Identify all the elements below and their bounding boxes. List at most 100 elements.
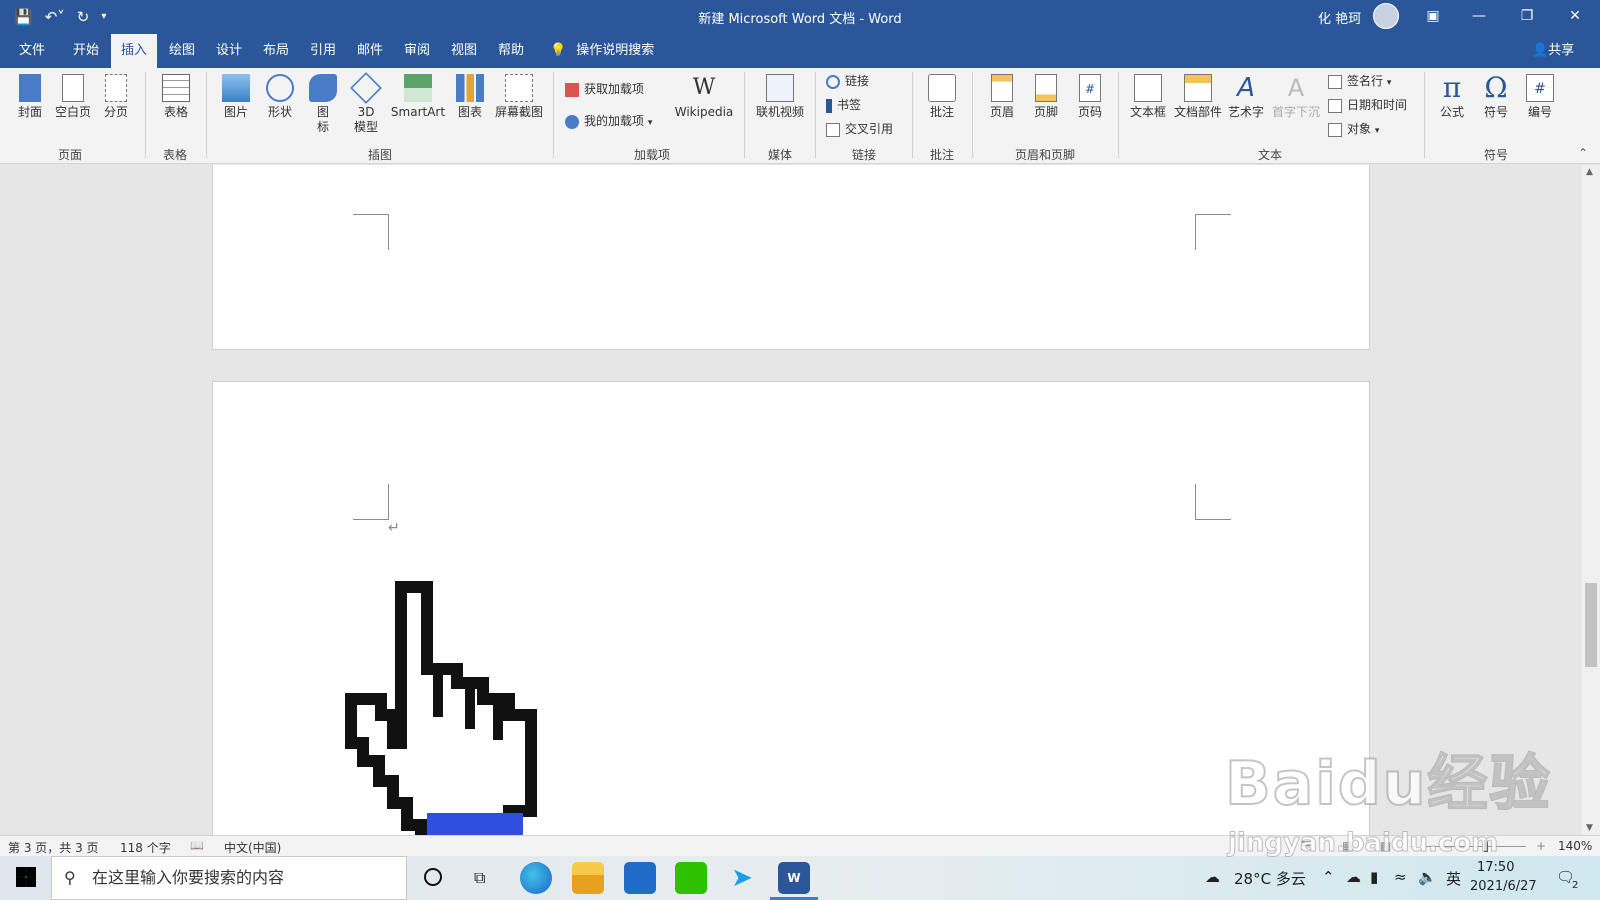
icons-button[interactable]: 图 标 [305,74,341,135]
picture-button[interactable]: 图片 [218,74,254,120]
cover-page-button[interactable]: 封面 [12,74,48,120]
clock-date[interactable]: 2021/6/27 [1470,879,1537,894]
ime-indicator[interactable]: 英 [1446,868,1461,889]
screenshot-button[interactable]: 屏幕截图 [492,74,546,120]
edge-icon[interactable] [520,862,552,894]
cortana-icon[interactable] [424,868,442,886]
chevron-down-icon: ▾ [1386,78,1392,88]
group-label-illustrations: 插图 [367,148,392,162]
crop-mark [1195,484,1231,520]
clock-time[interactable]: 17:50 [1477,860,1514,875]
footer-button[interactable]: 页脚 [1028,74,1064,120]
chart-button[interactable]: 图表 [452,74,488,120]
cover-page-label: 封面 [17,105,42,119]
tab-references[interactable]: 引用 [303,34,343,68]
tab-home[interactable]: 开始 [66,34,106,68]
zoom-in-icon[interactable]: + [1536,839,1546,853]
notification-badge: 2 [1572,880,1579,891]
table-button[interactable]: 表格 [156,74,196,120]
3d-models-button[interactable]: 3D 模型 [348,72,384,135]
signature-line-button[interactable]: 签名行 ▾ [1328,72,1391,92]
text-box-button[interactable]: 文本框 [1126,74,1170,120]
weather-text[interactable]: 28°C 多云 [1234,868,1306,889]
link-button[interactable]: 链接 [826,72,869,90]
page-3[interactable]: ↵ [212,381,1370,835]
share-button[interactable]: 👤共享 [1532,34,1574,68]
send-icon[interactable]: ➤ [726,862,758,894]
wifi-icon[interactable]: ≈ [1394,868,1407,886]
search-placeholder: 在这里输入你要搜索的内容 [92,868,285,887]
crop-mark [353,484,389,520]
vertical-scrollbar[interactable]: ▲ ▼ [1582,165,1600,835]
tab-review[interactable]: 审阅 [397,34,437,68]
battery-icon[interactable]: ▮ [1370,868,1378,886]
tab-file[interactable]: 文件 [14,34,50,68]
group-label-text: 文本 [1257,148,1282,162]
minimize-icon[interactable]: — [1456,0,1502,34]
bookmark-icon [826,98,832,113]
ribbon-display-options-icon[interactable]: ▣ [1410,0,1456,34]
weather-icon[interactable]: ☁ [1205,868,1220,886]
onedrive-icon[interactable]: ☁ [1346,868,1361,886]
object-button[interactable]: 对象 ▾ [1328,120,1379,140]
task-view-icon[interactable]: ⧉ [474,868,485,888]
mail-icon[interactable] [624,862,656,894]
wordart-button[interactable]: A 艺术字 [1226,74,1266,120]
scroll-thumb[interactable] [1585,583,1597,667]
page-2[interactable] [212,165,1370,350]
watermark-url: jingyan.baidu.com [1227,828,1499,859]
close-icon[interactable]: ✕ [1552,0,1598,34]
equation-button[interactable]: π 公式 [1432,74,1472,120]
blank-page-button[interactable]: 空白页 [52,74,94,120]
header-button[interactable]: 页眉 [984,74,1020,120]
blank-page-icon [62,74,84,102]
tab-draw[interactable]: 绘图 [162,34,202,68]
avatar[interactable] [1373,3,1399,29]
wikipedia-button[interactable]: W Wikipedia [672,74,736,120]
bookmark-button[interactable]: 书签 [826,96,861,114]
windows-start-icon[interactable] [16,867,36,887]
word-count[interactable]: 118 个字 [120,839,171,856]
page-count[interactable]: 第 3 页，共 3 页 [8,839,99,856]
cross-reference-label: 交叉引用 [845,122,894,136]
restore-icon[interactable]: ❐ [1504,0,1550,34]
date-time-button[interactable]: 日期和时间 [1328,96,1407,114]
tell-me-search[interactable]: 💡 操作说明搜索 [550,34,654,68]
wechat-icon[interactable] [675,862,707,894]
cross-reference-button[interactable]: 交叉引用 [826,120,893,138]
page-break-button[interactable]: 分页 [98,74,134,120]
comment-button[interactable]: 批注 [922,74,962,120]
user-name[interactable]: 化 艳珂 [1318,8,1361,27]
tab-design[interactable]: 设计 [209,34,249,68]
my-addins-label: 我的加载项 [584,114,645,128]
tab-insert[interactable]: 插入 [111,34,157,68]
quick-parts-button[interactable]: 文档部件 [1172,74,1224,120]
word-taskbar-icon[interactable]: W [778,862,810,894]
shapes-button[interactable]: 形状 [262,74,298,120]
collapse-ribbon-icon[interactable]: ⌃ [1578,146,1588,160]
tab-view[interactable]: 视图 [444,34,484,68]
numbering-button[interactable]: # 编号 [1520,74,1560,120]
proofing-icon[interactable]: 📖 [190,839,204,852]
numbering-icon: # [1526,74,1554,102]
symbol-button[interactable]: Ω 符号 [1476,74,1516,120]
tab-layout[interactable]: 布局 [256,34,296,68]
get-addins-button[interactable]: 获取加载项 [565,80,644,98]
paragraph-mark: ↵ [388,520,400,536]
my-addins-button[interactable]: 我的加载项 ▾ [565,112,652,132]
scroll-up-icon[interactable]: ▲ [1586,167,1593,177]
tab-help[interactable]: 帮助 [491,34,531,68]
online-video-button[interactable]: 联机视频 [752,74,808,120]
drop-cap-button[interactable]: A 首字下沉 [1270,74,1322,120]
crop-mark [353,214,389,250]
file-explorer-icon[interactable] [572,862,604,894]
language[interactable]: 中文(中国) [224,839,281,856]
chevron-up-icon[interactable]: ⌃ [1322,868,1335,886]
scroll-down-icon[interactable]: ▼ [1586,823,1593,833]
page-number-button[interactable]: # 页码 [1072,74,1108,120]
taskbar-search-input[interactable]: ⚲ 在这里输入你要搜索的内容 [51,856,407,900]
volume-icon[interactable]: 🔈 [1418,868,1437,886]
zoom-level[interactable]: 140% [1558,839,1592,853]
smartart-button[interactable]: SmartArt [388,74,448,120]
tab-mailings[interactable]: 邮件 [350,34,390,68]
